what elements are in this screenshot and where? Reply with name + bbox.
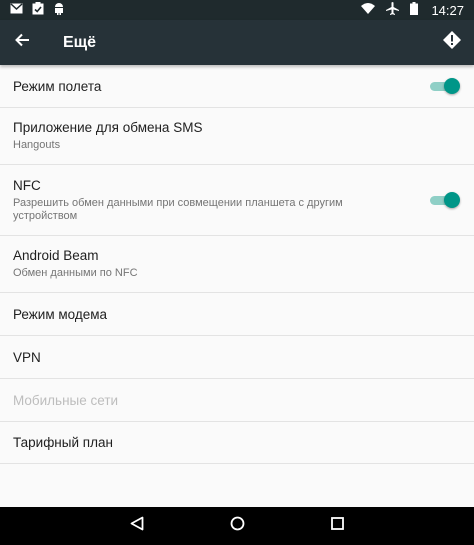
settings-item-airplane-mode[interactable]: Режим полета	[0, 65, 474, 108]
recents-square-icon	[330, 517, 344, 535]
nav-home-button[interactable]	[187, 507, 287, 545]
mail-icon	[10, 3, 23, 17]
back-triangle-icon	[130, 516, 144, 536]
nfc-toggle[interactable]	[430, 190, 460, 210]
home-circle-icon	[230, 516, 245, 536]
toggle-thumb	[444, 192, 460, 208]
settings-item-nfc[interactable]: NFC Разрешить обмен данными при совмещен…	[0, 165, 474, 236]
airplane-mode-toggle[interactable]	[430, 76, 460, 96]
settings-list: Режим полета Приложение для обмена SMS H…	[0, 65, 474, 464]
settings-item-mobile-networks: Мобильные сети	[0, 379, 474, 422]
item-title: Приложение для обмена SMS	[13, 120, 203, 135]
item-title: Тарифный план	[13, 435, 113, 450]
status-bar: 14:27	[0, 0, 474, 20]
arrow-left-icon	[15, 33, 29, 52]
item-title: Режим полета	[13, 78, 102, 94]
clipboard-check-icon	[32, 2, 44, 18]
status-time: 14:27	[431, 2, 464, 18]
back-button[interactable]	[0, 20, 44, 65]
airplane-icon	[386, 2, 400, 18]
android-icon	[53, 2, 65, 18]
navigation-bar	[0, 507, 474, 545]
nav-back-button[interactable]	[87, 507, 187, 545]
settings-item-tariff-plan[interactable]: Тарифный план	[0, 422, 474, 464]
settings-item-android-beam[interactable]: Android Beam Обмен данными по NFC	[0, 236, 474, 293]
nav-recents-button[interactable]	[287, 507, 387, 545]
status-right-icons: 14:27	[361, 2, 464, 18]
item-subtitle: Обмен данными по NFC	[13, 267, 138, 279]
item-title: Режим модема	[13, 306, 108, 322]
settings-item-vpn[interactable]: VPN	[0, 336, 474, 379]
item-title: Android Beam	[13, 248, 99, 263]
alert-button[interactable]	[432, 20, 472, 65]
toggle-thumb	[444, 78, 460, 94]
item-subtitle: Разрешить обмен данными при совмещении п…	[13, 196, 343, 222]
status-left-icons	[10, 2, 65, 18]
wifi-icon	[361, 3, 376, 17]
item-title: Мобильные сети	[13, 392, 119, 408]
battery-icon	[410, 2, 419, 18]
item-title: NFC	[13, 177, 41, 193]
app-bar: Ещё	[0, 20, 474, 65]
alert-icon	[443, 31, 461, 54]
item-title: VPN	[13, 349, 41, 365]
settings-item-tethering[interactable]: Режим модема	[0, 293, 474, 336]
page-title: Ещё	[63, 33, 97, 51]
item-subtitle: Hangouts	[13, 139, 61, 151]
settings-item-sms-app[interactable]: Приложение для обмена SMS Hangouts	[0, 108, 474, 165]
